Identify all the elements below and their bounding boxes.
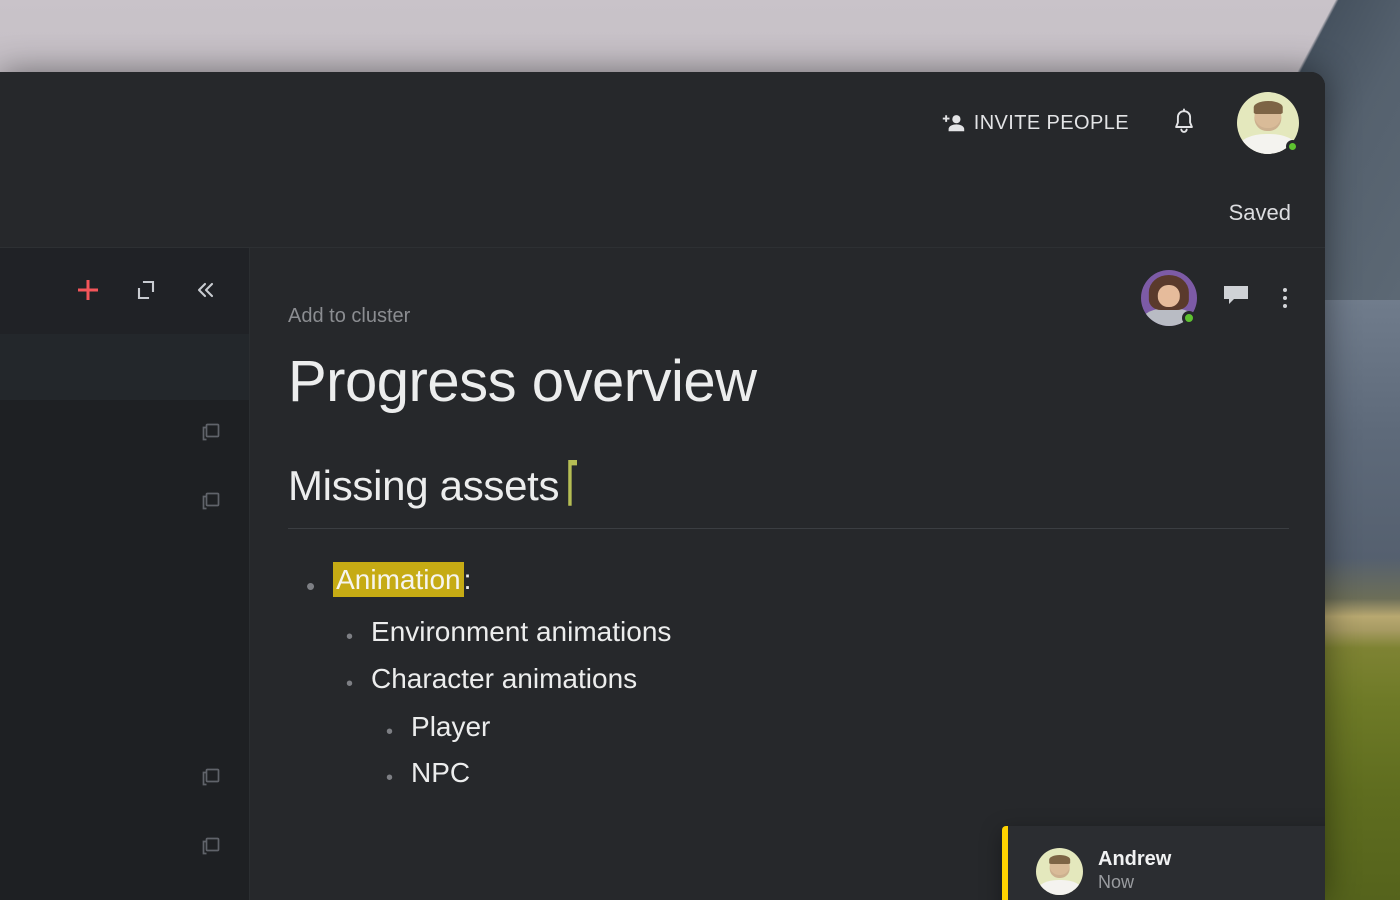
comment-header: Andrew Now RESOLVE: [1036, 848, 1325, 895]
page-title[interactable]: Progress overview: [288, 350, 1289, 414]
list-item-suffix: :: [463, 563, 472, 595]
saved-status: Saved: [1228, 200, 1291, 225]
expand-icon: [134, 278, 158, 305]
chevron-double-left-icon: [192, 278, 216, 305]
avatar[interactable]: [1141, 270, 1197, 326]
top-bar-actions: INVITE PEOPLE: [940, 92, 1299, 154]
invite-people-button[interactable]: INVITE PEOPLE: [940, 112, 1129, 135]
list-item-label: Character animations: [371, 663, 638, 695]
add-to-cluster-link[interactable]: Add to cluster: [288, 305, 410, 328]
duplicate-icon[interactable]: [200, 835, 222, 862]
invite-people-label: INVITE PEOPLE: [973, 111, 1129, 134]
list-item[interactable]: • Player: [288, 710, 1289, 744]
window-body: Add to cluster Progress overview Missing…: [0, 248, 1325, 900]
add-button[interactable]: [73, 276, 103, 306]
list-item[interactable]: • Environment animations: [288, 615, 1289, 649]
list-item[interactable]: • NPC: [288, 756, 1289, 790]
sidebar: [0, 248, 250, 900]
bullet-icon: •: [386, 720, 394, 743]
add-person-icon: [940, 113, 966, 133]
kebab-menu-icon: [1283, 288, 1287, 292]
sidebar-item-2[interactable]: [0, 469, 249, 538]
section-divider: [288, 527, 1289, 529]
section-block: Missing assets: [288, 454, 1289, 529]
status-badge: [1182, 311, 1196, 325]
sidebar-gap-1: [0, 538, 249, 607]
notifications-button[interactable]: [1165, 102, 1203, 145]
status-badge: [1286, 140, 1299, 153]
document-toolbar: [1141, 270, 1295, 326]
outline-list: • Animation: • Environment animations • …: [288, 561, 1289, 790]
comment-bubble-icon: [1222, 284, 1250, 313]
avatar[interactable]: [1036, 848, 1083, 895]
sidebar-item-3[interactable]: [0, 745, 249, 814]
text-cursor: [568, 459, 578, 506]
highlighted-text[interactable]: Animation: [333, 561, 464, 597]
comment-identity: Andrew Now: [1098, 848, 1325, 894]
list-item[interactable]: • Character animations: [288, 662, 1289, 696]
app-window: INVITE PEOPLE Saved Add to cluster Progr…: [0, 72, 1325, 900]
list-item-label: Environment animations: [371, 615, 672, 647]
bullet-icon: •: [306, 570, 316, 601]
list-item-label: Player: [411, 710, 491, 742]
document-more-button[interactable]: [1275, 284, 1295, 312]
duplicate-icon[interactable]: [200, 766, 222, 793]
top-bar: INVITE PEOPLE Saved: [0, 72, 1325, 248]
sidebar-item-1[interactable]: [0, 400, 249, 469]
sidebar-toolbar: [0, 248, 249, 334]
bullet-icon: •: [386, 766, 394, 789]
list-item[interactable]: • Animation:: [288, 561, 1289, 601]
bullet-icon: •: [346, 625, 354, 648]
avatar-hair: [1253, 101, 1283, 114]
section-heading-text: Missing assets: [288, 461, 560, 509]
list-item-label: NPC: [411, 756, 471, 788]
sidebar-gap-2: [0, 607, 249, 676]
bell-icon: [1171, 107, 1197, 139]
expand-button[interactable]: [131, 276, 161, 306]
document-area: Add to cluster Progress overview Missing…: [250, 248, 1325, 900]
comment-card: Andrew Now RESOLVE Hey @Sophie, any upda…: [1002, 826, 1325, 900]
plus-icon: [74, 276, 102, 307]
avatar-hair: [1048, 855, 1071, 865]
sidebar-item-4[interactable]: [0, 814, 249, 883]
comment-author: Andrew: [1098, 848, 1172, 871]
bullet-icon: •: [346, 673, 354, 696]
section-heading[interactable]: Missing assets: [288, 454, 578, 510]
duplicate-icon[interactable]: [200, 421, 222, 448]
collapse-button[interactable]: [189, 276, 219, 306]
duplicate-icon[interactable]: [200, 490, 222, 517]
sidebar-gap-3: [0, 676, 249, 745]
comment-timestamp: Now: [1098, 872, 1135, 893]
avatar[interactable]: [1237, 92, 1299, 154]
avatar-image: [1036, 848, 1083, 895]
comments-button[interactable]: [1221, 283, 1251, 313]
sidebar-active-row[interactable]: [0, 334, 249, 400]
